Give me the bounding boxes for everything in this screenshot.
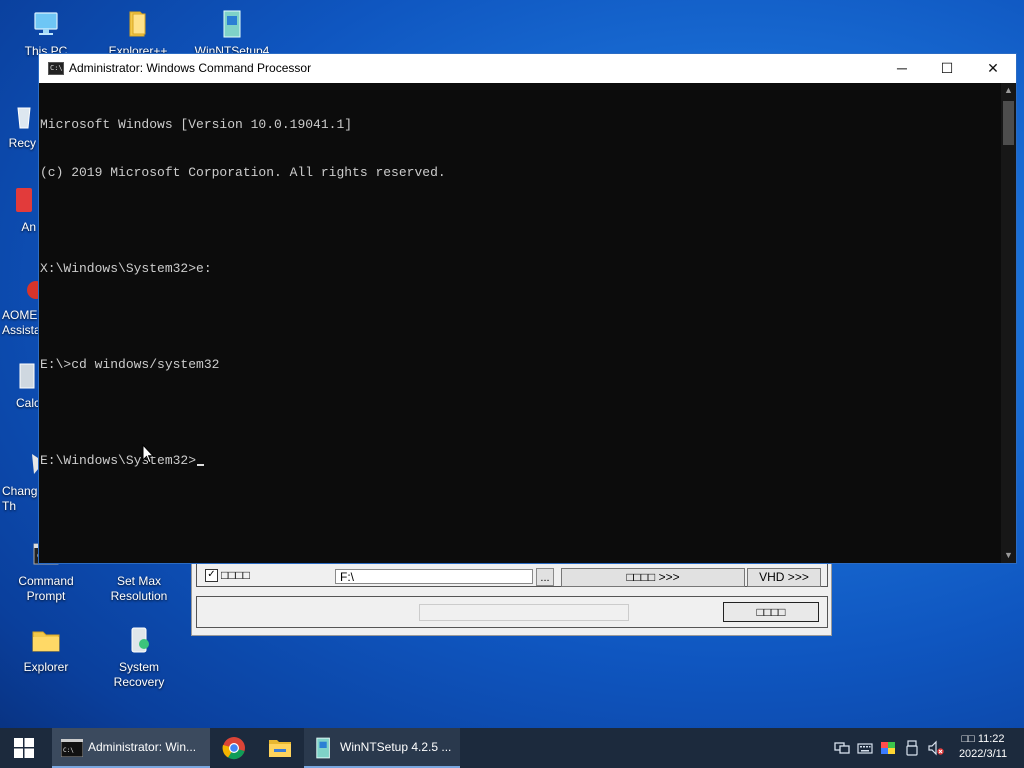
desktop-icon-recycle-bin[interactable]: Recy [0, 100, 36, 151]
console-prompt-line[interactable]: E:\Windows\System32> [40, 453, 1001, 469]
console-line: (c) 2019 Microsoft Corporation. All righ… [40, 165, 446, 180]
console-line: X:\Windows\System32>e: [40, 261, 212, 276]
desktop-icon-label: Command Prompt [18, 574, 74, 603]
winntsetup-checkbox[interactable]: ✓ □□□□ [205, 568, 250, 582]
recycle-bin-icon [17, 107, 31, 129]
cmd-window-title: Administrator: Windows Command Processor [69, 61, 312, 75]
desktop-icon-calc[interactable]: Calc [0, 360, 40, 411]
cmd-window: C:\ Administrator: Windows Command Proce… [38, 53, 1017, 564]
chrome-icon [222, 737, 245, 760]
desktop-icon-label: Explorer [23, 660, 69, 674]
desktop-icon-label: An [21, 220, 36, 234]
desktop-icon-an[interactable]: An [0, 184, 36, 235]
scrollbar-thumb[interactable] [1003, 101, 1014, 145]
desktop-icon-explorerpp[interactable]: Explorer++ [94, 8, 182, 59]
console-scrollbar[interactable]: ▲ ▼ [1001, 83, 1016, 563]
desktop-icon-system-recovery[interactable]: System Recovery [95, 624, 183, 690]
winntsetup-icon [316, 737, 330, 759]
winntsetup-browse-button[interactable]: ... [536, 568, 554, 586]
computer-icon [34, 12, 58, 35]
volume-muted-icon[interactable] [928, 740, 944, 756]
file-explorer-icon [269, 740, 291, 757]
folder-icon [129, 11, 146, 37]
maximize-icon: ☐ [940, 60, 954, 76]
winntsetup-install-row: ✓ □□□□ F:\ ... □□□□ >>> VHD >>> [196, 561, 828, 587]
console-output[interactable]: Microsoft Windows [Version 10.0.19041.1]… [39, 83, 1001, 563]
desktop-icon-winntsetup[interactable]: WinNTSetup4 [188, 8, 276, 59]
winntsetup-options-button[interactable]: □□□□ >>> [561, 568, 745, 587]
taskbar-item-label: WinNTSetup 4.2.5 ... [340, 740, 452, 754]
taskbar-item-file-explorer[interactable] [258, 728, 302, 768]
clock-time: □□ 11:22 [961, 733, 1005, 745]
start-button[interactable] [0, 728, 48, 768]
taskbar: C:\ Administrator: Win... WinNTSetup 4.2… [0, 728, 1024, 768]
winntsetup-checkbox-label: □□□□ [221, 568, 250, 582]
desktop-icon-this-pc[interactable]: This PC [2, 8, 90, 59]
desktop-icon-label: System Recovery [113, 660, 165, 689]
winntsetup-start-button[interactable]: □□□□ [723, 602, 819, 622]
console-line: E:\>cd windows/system32 [40, 357, 220, 372]
folder-icon [32, 631, 60, 652]
keyboard-icon[interactable] [857, 740, 873, 756]
winntsetup-icon [223, 10, 241, 38]
console-line: Microsoft Windows [Version 10.0.19041.1] [40, 117, 353, 132]
desktop-icon-label: Set Max Resolution [110, 574, 168, 603]
windows-logo-icon [14, 738, 34, 758]
taskbar-item-chrome[interactable] [212, 728, 256, 768]
desktop: This PC Explorer++ WinNTSetup4 Recy An A… [0, 0, 1024, 768]
winntsetup-status-row: □□□□ [196, 596, 828, 628]
clock-date: 2022/3/11 [958, 748, 1008, 760]
minimize-icon: ─ [897, 60, 907, 76]
winntsetup-vhd-button[interactable]: VHD >>> [747, 568, 821, 587]
network-icon[interactable] [834, 740, 850, 756]
cmd-icon: C:\ [61, 739, 83, 757]
taskbar-item-winntsetup[interactable]: WinNTSetup 4.2.5 ... [304, 728, 460, 768]
svg-text:C:\: C:\ [63, 747, 74, 754]
recovery-icon [131, 627, 149, 653]
cmd-app-icon[interactable]: C:\ [48, 62, 64, 75]
cmd-titlebar[interactable]: C:\ Administrator: Windows Command Proce… [39, 54, 1016, 83]
system-tray [830, 728, 950, 768]
desktop-icon-label: Calc [15, 396, 40, 410]
taskbar-clock[interactable]: □□ 11:22 2022/3/11 [950, 732, 1016, 762]
minimize-button[interactable]: ─ [879, 54, 925, 83]
text-cursor [197, 464, 205, 466]
taskbar-item-label: Administrator: Win... [88, 740, 197, 754]
desktop-icon-explorer[interactable]: Explorer [2, 624, 90, 675]
scroll-up-icon[interactable]: ▲ [1001, 83, 1016, 98]
winntsetup-progress-bar [419, 604, 629, 621]
checkbox-icon: ✓ [205, 568, 218, 582]
desktop-icon-label: Recy [8, 136, 36, 150]
close-button[interactable]: ✕ [970, 54, 1016, 83]
console-prompt: E:\Windows\System32> [40, 453, 197, 468]
taskbar-item-cmd[interactable]: C:\ Administrator: Win... [52, 728, 210, 768]
maximize-button[interactable]: ☐ [924, 54, 970, 83]
usb-icon[interactable] [904, 740, 920, 756]
app-icon [16, 188, 32, 212]
winntsetup-window: ✓ □□□□ F:\ ... □□□□ >>> VHD >>> □□□□ [191, 556, 832, 636]
color-icon[interactable] [880, 740, 896, 756]
close-icon: ✕ [987, 60, 999, 76]
mouse-pointer-icon [142, 444, 154, 464]
winntsetup-path-field[interactable]: F:\ [335, 569, 533, 584]
scroll-down-icon[interactable]: ▼ [1001, 548, 1016, 563]
